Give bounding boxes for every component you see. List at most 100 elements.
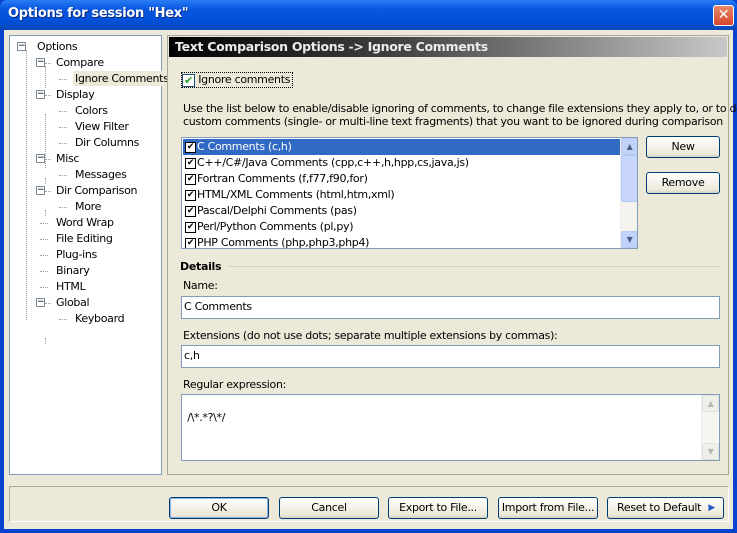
tree-item[interactable]: Dir Comparison bbox=[54, 183, 139, 198]
details-divider bbox=[228, 266, 719, 267]
tree-connector bbox=[45, 66, 46, 88]
scroll-up-icon[interactable]: ▲ bbox=[702, 395, 719, 412]
tree-connector bbox=[59, 207, 67, 208]
regex-scrollbar[interactable]: ▲ ▼ bbox=[701, 395, 719, 460]
comment-label: Perl/Python Comments (pl,py) bbox=[197, 220, 354, 233]
ignore-comments-checkbox[interactable]: ✔ Ignore comments bbox=[181, 72, 294, 88]
tree-item[interactable]: Compare bbox=[54, 55, 106, 70]
close-button[interactable]: ✕ bbox=[713, 5, 734, 26]
comment-list-item[interactable]: ✔ Fortran Comments (f,f77,f90,for) bbox=[183, 171, 620, 187]
comment-label: PHP Comments (php,php3,php4) bbox=[197, 236, 370, 249]
tree-item[interactable]: Keyboard bbox=[73, 311, 126, 326]
close-icon: ✕ bbox=[717, 7, 730, 23]
tree-connector bbox=[40, 223, 48, 224]
comment-list-item[interactable]: ✔ PHP Comments (php,php3,php4) bbox=[183, 235, 620, 249]
tree-connector bbox=[26, 50, 27, 320]
arrow-right-icon: ▶ bbox=[708, 503, 715, 513]
tree-connector bbox=[59, 175, 67, 176]
collapse-icon[interactable]: − bbox=[36, 186, 45, 195]
remove-button[interactable]: Remove bbox=[646, 172, 720, 194]
checkbox-icon[interactable]: ✔ bbox=[185, 237, 196, 248]
scroll-up-icon[interactable]: ▲ bbox=[621, 138, 637, 155]
comment-label: HTML/XML Comments (html,htm,xml) bbox=[197, 188, 395, 201]
comments-list[interactable]: ✔ PHP Comments (php,php3,php4) ✔ Perl/Pytho… bbox=[181, 137, 638, 249]
tree-connector bbox=[45, 95, 51, 96]
extensions-input[interactable]: c,h bbox=[181, 345, 720, 368]
checkbox-icon[interactable]: ✔ bbox=[185, 221, 196, 233]
tree-connector bbox=[59, 111, 67, 112]
scroll-thumb[interactable] bbox=[621, 155, 637, 202]
reset-button[interactable]: Reset to Default ▶ bbox=[607, 497, 724, 519]
tree-connector bbox=[45, 303, 51, 304]
cancel-button[interactable]: Cancel bbox=[279, 497, 379, 519]
tree-connector bbox=[45, 63, 51, 64]
import-button[interactable]: Import from File... bbox=[498, 497, 598, 519]
scroll-down-icon[interactable]: ▼ bbox=[621, 231, 637, 248]
tree-item[interactable]: Global bbox=[54, 295, 91, 310]
panel-header: Text Comparison Options -> Ignore Commen… bbox=[169, 37, 727, 57]
regex-label: Regular expression: bbox=[183, 378, 287, 391]
tree-item[interactable]: More bbox=[73, 199, 103, 214]
tree-connector bbox=[40, 271, 48, 272]
tree-connector bbox=[45, 191, 51, 192]
tree-connector bbox=[59, 319, 67, 320]
options-tree: Options − Compare − Ignore Comments Display − C… bbox=[9, 35, 171, 475]
tree-connector bbox=[45, 114, 46, 168]
new-button[interactable]: New bbox=[646, 136, 720, 158]
tree-item[interactable]: Options bbox=[35, 39, 79, 54]
comment-label: Fortran Comments (f,f77,f90,for) bbox=[197, 172, 368, 185]
tree-connector bbox=[45, 338, 46, 344]
comment-list-item[interactable]: ✔ C++/C#/Java Comments (cpp,c++,h,hpp,cs,… bbox=[183, 155, 620, 171]
extensions-label: Extensions (do not use dots; separate mu… bbox=[183, 329, 558, 342]
tree-item[interactable]: Display bbox=[54, 87, 96, 102]
comment-list-item[interactable]: ✔ Perl/Python Comments (pl,py) bbox=[183, 219, 620, 235]
name-input[interactable]: C Comments bbox=[181, 296, 720, 319]
tree-item[interactable]: Word Wrap bbox=[54, 215, 116, 230]
comment-label: C++/C#/Java Comments (cpp,c++,h,hpp,cs,j… bbox=[197, 156, 469, 169]
regex-textarea[interactable]: /\*.*?\*/ ▲ ▼ bbox=[181, 394, 720, 461]
checkbox-icon[interactable]: ✔ bbox=[185, 173, 196, 185]
ok-button[interactable]: OK bbox=[169, 497, 269, 519]
comment-list-item[interactable]: ✔ Pascal/Delphi Comments (pas) bbox=[183, 203, 620, 219]
tree-connector bbox=[45, 210, 46, 216]
tree-connector bbox=[40, 287, 48, 288]
scroll-down-icon[interactable]: ▼ bbox=[702, 443, 719, 460]
tree-connector bbox=[40, 255, 48, 256]
tree-item[interactable]: Ignore Comments bbox=[73, 71, 171, 86]
checkbox-icon[interactable]: ✔ bbox=[185, 141, 196, 153]
collapse-icon[interactable]: − bbox=[36, 298, 45, 307]
collapse-icon[interactable]: − bbox=[36, 154, 45, 163]
export-button[interactable]: Export to File... bbox=[388, 497, 488, 519]
tree-item[interactable]: Misc bbox=[54, 151, 81, 166]
checkbox-icon[interactable]: ✔ bbox=[185, 189, 196, 201]
description-line-1: Use the list below to enable/disable ign… bbox=[183, 102, 737, 115]
collapse-icon[interactable]: − bbox=[36, 90, 45, 99]
tree-item[interactable]: Dir Columns bbox=[73, 135, 141, 150]
details-label: Details bbox=[180, 260, 222, 273]
name-label: Name: bbox=[183, 279, 218, 292]
title-bar: Options for session "Hex" ✕ bbox=[0, 0, 737, 30]
tree-item[interactable]: View Filter bbox=[73, 119, 131, 134]
window-title: Options for session "Hex" bbox=[8, 6, 189, 21]
description-line-2: custom comments (single- or multi-line t… bbox=[183, 115, 723, 128]
comment-list-item[interactable]: ✔ HTML/XML Comments (html,htm,xml) bbox=[183, 187, 620, 203]
checkbox-icon[interactable]: ✔ bbox=[185, 157, 196, 169]
tree-item[interactable]: File Editing bbox=[54, 231, 115, 246]
comment-label: C Comments (c,h) bbox=[197, 140, 292, 153]
ignore-comments-label: Ignore comments bbox=[198, 73, 291, 86]
tree-item[interactable]: HTML bbox=[54, 279, 87, 294]
tree-connector bbox=[40, 239, 48, 240]
tree-item[interactable]: Messages bbox=[73, 167, 129, 182]
tree-connector bbox=[59, 79, 67, 80]
collapse-icon[interactable]: − bbox=[17, 42, 26, 51]
tree-item[interactable]: Colors bbox=[73, 103, 110, 118]
tree-item[interactable]: Plug-ins bbox=[54, 247, 99, 262]
comment-label: Pascal/Delphi Comments (pas) bbox=[197, 204, 357, 217]
checkbox-icon[interactable]: ✔ bbox=[185, 205, 196, 217]
checkbox-check-icon: ✔ bbox=[182, 73, 195, 87]
reset-label: Reset to Default bbox=[617, 501, 702, 514]
comment-list-item[interactable]: ✔ C Comments (c,h) bbox=[183, 139, 620, 155]
list-scrollbar[interactable]: ▲ ▼ bbox=[620, 138, 637, 248]
collapse-icon[interactable]: − bbox=[36, 58, 45, 67]
tree-item[interactable]: Binary bbox=[54, 263, 92, 278]
